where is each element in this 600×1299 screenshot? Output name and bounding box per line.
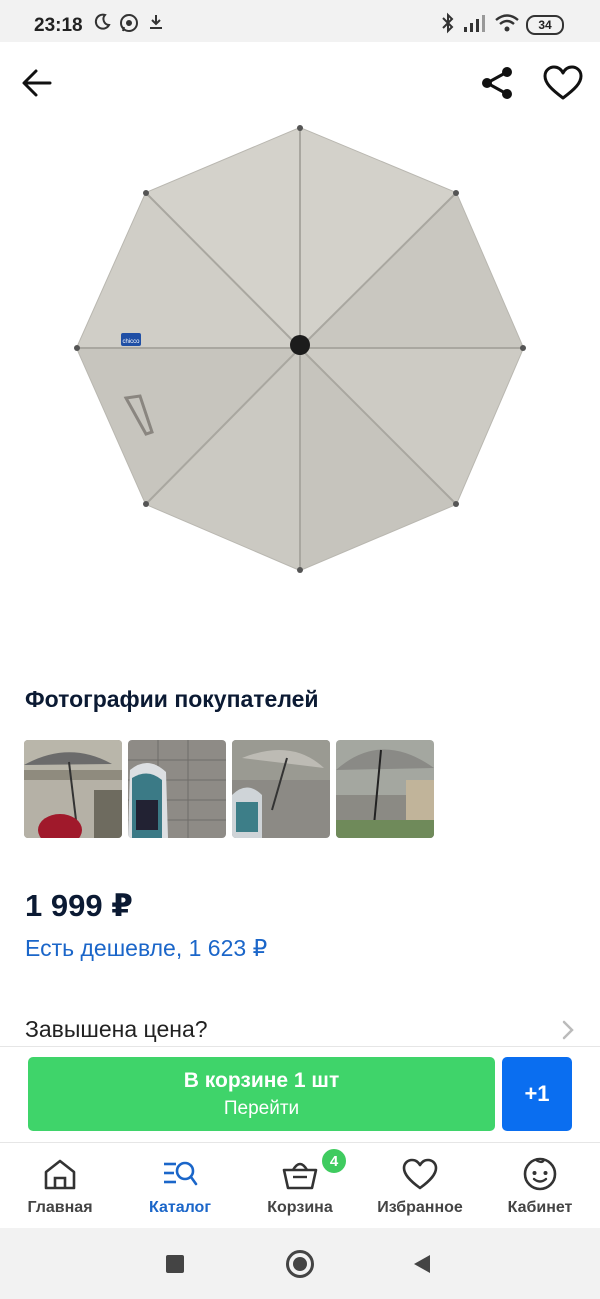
cheaper-offer-link[interactable]: Есть дешевле, 1 623 ₽ bbox=[25, 935, 267, 962]
signal-icon bbox=[462, 12, 488, 39]
download-icon bbox=[146, 12, 166, 37]
go-label: Перейти bbox=[223, 1098, 300, 1119]
go-to-cart-button[interactable]: В корзине 1 шт Перейти bbox=[28, 1057, 495, 1131]
customer-photo[interactable] bbox=[128, 740, 226, 838]
chevron-right-icon bbox=[562, 1020, 574, 1045]
product-price: 1 999 ₽ bbox=[25, 888, 133, 923]
share-button[interactable] bbox=[474, 60, 520, 106]
catalog-search-icon bbox=[164, 1161, 198, 1186]
cart-action-bar: В корзине 1 шт Перейти +1 bbox=[0, 1046, 600, 1142]
bottom-nav: Главная Каталог Корзина 4 Избранное Каби… bbox=[0, 1142, 600, 1228]
customer-photo[interactable] bbox=[232, 740, 330, 838]
nav-label-favorites: Избранное bbox=[377, 1199, 463, 1216]
status-time: 23:18 bbox=[34, 15, 83, 36]
product-image[interactable]: chicco bbox=[60, 120, 540, 580]
app-bar bbox=[0, 42, 600, 126]
customer-photo[interactable] bbox=[336, 740, 434, 838]
home-icon bbox=[44, 1159, 76, 1190]
wifi-icon bbox=[494, 12, 520, 39]
back-triangle-icon[interactable] bbox=[412, 1253, 432, 1280]
nav-item-account[interactable]: Кабинет bbox=[480, 1143, 600, 1229]
heart-icon bbox=[543, 65, 583, 100]
home-circle-icon[interactable] bbox=[286, 1250, 314, 1278]
system-nav-bar bbox=[0, 1228, 600, 1299]
nav-item-catalog[interactable]: Каталог bbox=[120, 1143, 240, 1229]
nav-label-cart: Корзина bbox=[267, 1199, 333, 1216]
nav-item-favorites[interactable]: Избранное bbox=[360, 1143, 480, 1229]
nav-label-account: Кабинет bbox=[507, 1199, 573, 1216]
face-icon bbox=[523, 1157, 557, 1191]
back-button[interactable] bbox=[14, 60, 60, 106]
status-bar: 23:18 34 bbox=[0, 0, 600, 42]
customer-photos-strip bbox=[24, 740, 434, 838]
brand-badge: chicco bbox=[122, 339, 140, 345]
share-icon bbox=[482, 67, 512, 99]
cart-count-badge: 4 bbox=[320, 1147, 348, 1175]
overpriced-label: Завышена цена? bbox=[25, 1016, 208, 1042]
moon-icon bbox=[92, 12, 112, 37]
add-one-button[interactable]: +1 bbox=[502, 1057, 572, 1131]
in-cart-label: В корзине 1 шт bbox=[183, 1069, 340, 1092]
battery-icon: 34 bbox=[526, 15, 564, 35]
arrow-left-icon bbox=[22, 69, 52, 97]
whatsapp-icon bbox=[118, 12, 140, 39]
favorite-button[interactable] bbox=[538, 60, 588, 106]
recents-square-icon[interactable] bbox=[166, 1255, 184, 1273]
heart-icon bbox=[402, 1158, 438, 1190]
bluetooth-icon bbox=[440, 12, 456, 39]
basket-icon bbox=[282, 1162, 318, 1190]
customer-photos-title: Фотографии покупателей bbox=[25, 686, 319, 712]
nav-label-home: Главная bbox=[27, 1199, 93, 1216]
nav-item-home[interactable]: Главная bbox=[0, 1143, 120, 1229]
nav-label-catalog: Каталог bbox=[149, 1199, 211, 1216]
customer-photo[interactable] bbox=[24, 740, 122, 838]
overpriced-report-row[interactable]: Завышена цена? bbox=[0, 1004, 600, 1046]
